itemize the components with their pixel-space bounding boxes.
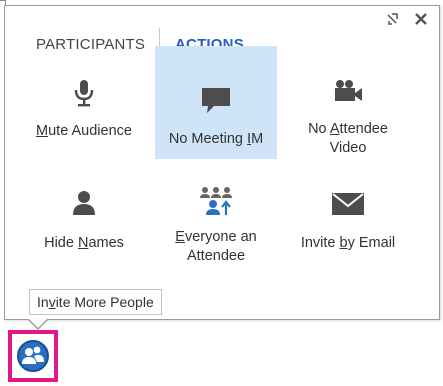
popup-pointer-fill (28, 318, 48, 328)
everyone-an-attendee-label: Everyone an Attendee (175, 229, 257, 264)
conversation-window: PARTICIPANTS ACTIONS Mute Audience No Me… (0, 0, 443, 386)
group-upgrade-icon (200, 187, 232, 215)
participants-popup: PARTICIPANTS ACTIONS Mute Audience No Me… (4, 5, 440, 320)
invite-by-email-action[interactable]: Invite by Email (287, 188, 409, 274)
invite-more-people-button[interactable]: Invite More People (29, 289, 162, 315)
people-icon (22, 346, 44, 364)
mute-audience-action[interactable]: Mute Audience (23, 78, 145, 186)
hide-names-label: Hide Names (44, 235, 124, 251)
microphone-icon (74, 80, 94, 107)
mute-audience-label: Mute Audience (36, 123, 132, 139)
invite-by-email-label: Invite by Email (300, 235, 396, 251)
everyone-an-attendee-action[interactable]: Everyone an Attendee (155, 186, 277, 276)
video-camera-icon (335, 80, 362, 101)
hide-names-action[interactable]: Hide Names (23, 188, 145, 274)
tab-participants[interactable]: PARTICIPANTS (36, 36, 145, 53)
participants-button[interactable] (8, 330, 58, 382)
speech-bubble-icon (202, 88, 230, 113)
no-attendee-video-action[interactable]: No Attendee Video (287, 78, 409, 186)
envelope-icon (332, 193, 364, 215)
no-meeting-im-action[interactable]: No Meeting IM (155, 46, 277, 159)
person-icon (73, 191, 95, 215)
no-attendee-video-label: No Attendee Video (308, 121, 388, 156)
no-meeting-im-label: No Meeting IM (168, 131, 264, 147)
